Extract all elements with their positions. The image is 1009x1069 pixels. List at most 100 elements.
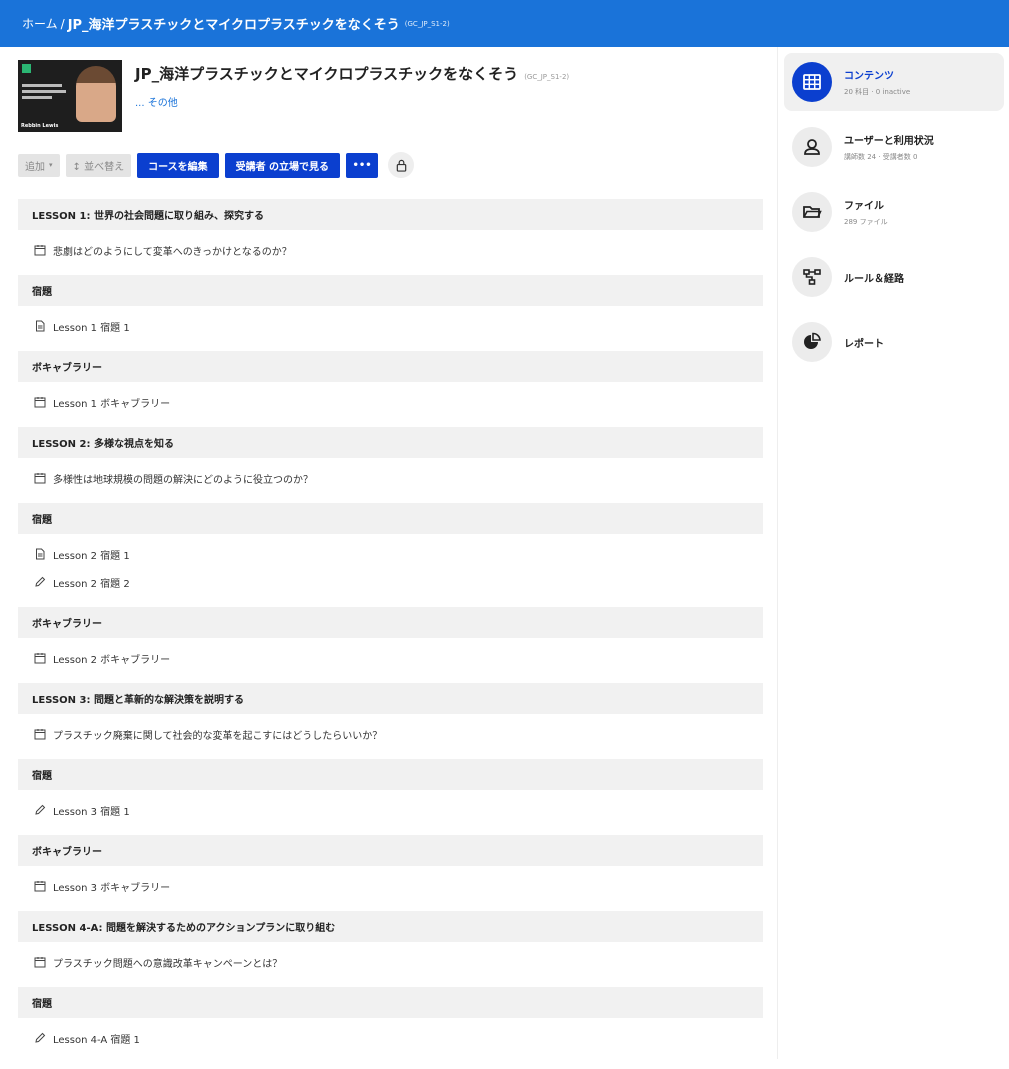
course-thumbnail[interactable]: Rebbin Lewis: [18, 60, 122, 132]
course-title-text: JP_海洋プラスチックとマイクロプラスチックをなくそう: [135, 65, 519, 83]
folder-icon: [792, 192, 832, 232]
course-main: Rebbin Lewis JP_海洋プラスチックとマイクロプラスチックをなくそう…: [18, 60, 763, 178]
pencil-icon: [34, 1032, 46, 1044]
sidebar-item-subtitle: 講師数 24 · 受講者数 0: [844, 153, 918, 161]
calendar-icon: [34, 396, 46, 408]
grid-icon: [792, 62, 832, 102]
sidebar-item-subtitle: 289 ファイル: [844, 218, 888, 226]
course-title: JP_海洋プラスチックとマイクロプラスチックをなくそう (GC_JP_S1-2): [135, 63, 569, 88]
content-item-label: 悲劇はどのようにして変革へのきっかけとなるのか？: [53, 246, 292, 258]
section-header[interactable]: 宿題: [18, 759, 763, 790]
content-item[interactable]: Lesson 3 ボキャブラリー: [18, 872, 763, 900]
section-header-label: 宿題: [32, 771, 52, 782]
section-header[interactable]: ボキャブラリー: [18, 607, 763, 638]
thumbnail-badge: [22, 64, 31, 73]
content-item[interactable]: Lesson 4-A 宿題 1: [18, 1024, 763, 1052]
section-header[interactable]: LESSON 3: 問題と革新的な解決策を説明する: [18, 683, 763, 714]
lock-button[interactable]: [388, 152, 415, 178]
sidebar: コンテンツ 20 科目 · 0 inactive ユーザーと利用状況 講師数 24 ·…: [784, 53, 1004, 378]
content-item-label: Lesson 2 宿題 2: [53, 578, 130, 590]
calendar-icon: [34, 880, 46, 892]
course-toolbar: 追加 ▾ ↕ 並べ替え コースを編集 受講者 の立場で見る •••: [18, 152, 763, 178]
sidebar-item-route[interactable]: ルール＆経路: [784, 248, 1004, 306]
sidebar-item-pie-chart[interactable]: レポート: [784, 313, 1004, 371]
section-header[interactable]: LESSON 1: 世界の社会問題に取り組み、探究する: [18, 199, 763, 230]
section-header-label: ボキャブラリー: [32, 847, 102, 858]
document-icon: [34, 320, 46, 332]
user-icon: [792, 127, 832, 167]
sidebar-item-title: コンテンツ: [844, 71, 894, 82]
section-header[interactable]: LESSON 2: 多様な視点を知る: [18, 427, 763, 458]
section-header-label: LESSON 2: 多様な視点を知る: [32, 439, 174, 450]
sidebar-item-folder[interactable]: ファイル 289 ファイル: [784, 183, 1004, 241]
pencil-icon: [34, 576, 46, 588]
calendar-icon: [34, 472, 46, 484]
calendar-icon: [34, 728, 46, 740]
thumbnail-text-line: [22, 84, 62, 87]
breadcrumb-separator: /: [60, 16, 65, 31]
content-item-label: Lesson 3 ボキャブラリー: [53, 882, 171, 894]
course-content-list: LESSON 1: 世界の社会問題に取り組み、探究する悲劇はどのようにして変革へ…: [18, 199, 763, 1052]
section-header-label: 宿題: [32, 515, 52, 526]
section-header[interactable]: 宿題: [18, 503, 763, 534]
content-item-label: Lesson 1 宿題 1: [53, 322, 130, 334]
document-icon: [34, 548, 46, 560]
add-button-label: 追加: [25, 161, 45, 173]
content-item-label: Lesson 2 ボキャブラリー: [53, 654, 171, 666]
content-item[interactable]: 多様性は地球規模の問題の解決にどのように役立つのか？: [18, 464, 763, 492]
sidebar-divider: [777, 47, 778, 1059]
content-item-label: 多様性は地球規模の問題の解決にどのように役立つのか？: [53, 474, 313, 486]
sidebar-item-user[interactable]: ユーザーと利用状況 講師数 24 · 受講者数 0: [784, 118, 1004, 176]
section-header[interactable]: ボキャブラリー: [18, 835, 763, 866]
calendar-icon: [34, 652, 46, 664]
section-header[interactable]: 宿題: [18, 275, 763, 306]
section-header[interactable]: ボキャブラリー: [18, 351, 763, 382]
add-button[interactable]: 追加 ▾: [18, 153, 60, 177]
section-header-label: LESSON 1: 世界の社会問題に取り組み、探究する: [32, 211, 264, 222]
content-item[interactable]: Lesson 1 ボキャブラリー: [18, 388, 763, 416]
section-header-label: ボキャブラリー: [32, 363, 102, 374]
reorder-button[interactable]: ↕ 並べ替え: [65, 153, 132, 177]
thumbnail-text-line: [22, 96, 52, 99]
content-item-label: Lesson 1 ボキャブラリー: [53, 398, 171, 410]
content-item-label: Lesson 2 宿題 1: [53, 550, 130, 562]
content-item[interactable]: プラスチック問題への意識改革キャンペーンとは？: [18, 948, 763, 976]
edit-course-button[interactable]: コースを編集: [137, 152, 219, 178]
content-item[interactable]: プラスチック廃棄に関して社会的な変革を起こすにはどうしたらいいか？: [18, 720, 763, 748]
content-item-label: プラスチック廃棄に関して社会的な変革を起こすにはどうしたらいいか？: [53, 730, 383, 742]
thumbnail-instructor-name: Rebbin Lewis: [21, 123, 59, 129]
section-header[interactable]: LESSON 4-A: 問題を解決するためのアクションプランに取り組む: [18, 911, 763, 942]
content-item-label: Lesson 3 宿題 1: [53, 806, 130, 818]
sidebar-item-grid[interactable]: コンテンツ 20 科目 · 0 inactive: [784, 53, 1004, 111]
sidebar-item-title: ファイル: [844, 201, 884, 212]
content-item-label: プラスチック問題への意識改革キャンペーンとは？: [53, 958, 283, 970]
sidebar-item-title: レポート: [844, 338, 884, 350]
more-link[interactable]: ... その他: [135, 94, 569, 109]
instructor-photo: [76, 66, 116, 122]
section-header-label: LESSON 3: 問題と革新的な解決策を説明する: [32, 695, 244, 706]
breadcrumb-course-code: (GC_JP_S1-2): [404, 19, 450, 28]
pencil-icon: [34, 804, 46, 816]
section-header-label: ボキャブラリー: [32, 619, 102, 630]
breadcrumb-home-link[interactable]: ホーム: [22, 15, 58, 32]
lock-icon: [396, 159, 406, 172]
content-item[interactable]: 悲劇はどのようにして変革へのきっかけとなるのか？: [18, 236, 763, 264]
section-header-label: 宿題: [32, 999, 52, 1010]
content-item[interactable]: Lesson 2 宿題 2: [18, 568, 763, 596]
thumbnail-text-line: [22, 90, 66, 93]
calendar-icon: [34, 956, 46, 968]
view-as-learner-button[interactable]: 受講者 の立場で見る: [224, 152, 341, 178]
content-item[interactable]: Lesson 2 宿題 1: [18, 540, 763, 568]
section-header[interactable]: 宿題: [18, 987, 763, 1018]
content-item[interactable]: Lesson 1 宿題 1: [18, 312, 763, 340]
more-options-button[interactable]: •••: [346, 152, 379, 178]
section-header-label: 宿題: [32, 287, 52, 298]
content-item-label: Lesson 4-A 宿題 1: [53, 1034, 140, 1046]
breadcrumb-course-title: JP_海洋プラスチックとマイクロプラスチックをなくそう: [67, 18, 400, 33]
calendar-icon: [34, 244, 46, 256]
route-icon: [792, 257, 832, 297]
content-item[interactable]: Lesson 2 ボキャブラリー: [18, 644, 763, 672]
content-item[interactable]: Lesson 3 宿題 1: [18, 796, 763, 824]
breadcrumb: ホーム / JP_海洋プラスチックとマイクロプラスチックをなくそう (GC_JP…: [0, 0, 1009, 47]
sidebar-item-title: ルール＆経路: [844, 273, 904, 285]
